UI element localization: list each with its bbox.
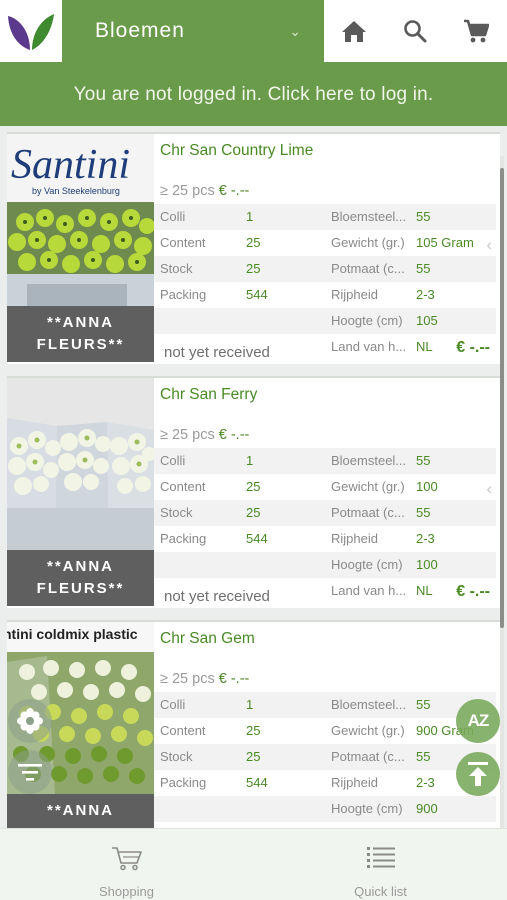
product-price: € -.-- xyxy=(456,583,490,600)
product-title[interactable]: Chr San Ferry xyxy=(160,386,257,404)
filter-icon xyxy=(18,764,42,781)
supplier-label: **ANNA xyxy=(7,794,154,828)
scrollbar[interactable] xyxy=(500,156,504,828)
brand-logo-text: Santini xyxy=(11,142,130,188)
home-button[interactable] xyxy=(324,0,384,62)
product-title[interactable]: Chr San Country Lime xyxy=(160,142,313,160)
product-price: € -.-- xyxy=(456,339,490,356)
image-caption: ntini coldmix plastic xyxy=(7,626,138,642)
tab-shopping-label: Shopping xyxy=(99,884,154,899)
min-quantity-price: ≥ 25 pcs € -.-- xyxy=(160,183,250,199)
filter-button[interactable] xyxy=(8,750,52,794)
category-dropdown[interactable]: Bloemen ⌄ xyxy=(62,0,324,62)
spec-row: Hoogte (cm) 105 xyxy=(154,308,496,334)
product-card[interactable]: **ANNA FLEURS** Chr San Ferry ≥ 25 pcs €… xyxy=(7,376,500,608)
product-image[interactable]: Santini by Van Steekelenburg xyxy=(7,134,154,306)
min-quantity-price: ≥ 25 pcs € -.-- xyxy=(160,671,250,687)
chevron-left-icon[interactable]: ‹ xyxy=(486,479,492,499)
spec-row: Content 25 Gewicht (gr.) 105 Gram xyxy=(160,235,474,250)
sort-az-icon: AZ xyxy=(467,711,490,730)
sort-az-button[interactable]: AZ xyxy=(456,699,500,743)
app-header: Bloemen ⌄ xyxy=(0,0,507,62)
product-image[interactable] xyxy=(7,378,154,550)
category-filter-button[interactable] xyxy=(8,699,52,743)
chevron-left-icon[interactable]: ‹ xyxy=(486,235,492,255)
scrollbar-thumb[interactable] xyxy=(500,168,504,628)
cart-icon xyxy=(464,19,489,43)
spec-row: Colli 1 Bloemsteel... 55 xyxy=(154,692,496,718)
supplier-label: **ANNA FLEURS** xyxy=(7,306,154,362)
product-card[interactable]: Santini by Van Steekelenburg **ANNA FLEU… xyxy=(7,132,500,364)
spec-row: Hoogte (cm) 100 xyxy=(154,552,496,578)
spec-row: Content 25 Gewicht (gr.) 100 xyxy=(160,479,438,494)
category-label: Bloemen xyxy=(95,19,185,42)
tab-quick-list-label: Quick list xyxy=(354,884,407,899)
tab-quick-list[interactable]: Quick list xyxy=(254,829,507,900)
bottom-nav: Shopping Quick list xyxy=(0,828,507,900)
product-title[interactable]: Chr San Gem xyxy=(160,630,255,648)
shopping-cart-icon xyxy=(111,847,142,871)
spec-row: Stock 25 Potmaat (c... 55 xyxy=(154,256,496,282)
spec-row: Colli 1 Bloemsteel... 55 xyxy=(154,448,496,474)
search-icon xyxy=(404,20,427,43)
spec-row: Stock 25 Potmaat (c... 55 xyxy=(154,744,496,770)
spec-row: Packing 544 Rijpheid 2-3 xyxy=(160,531,435,546)
svg-text:by Van Steekelenburg: by Van Steekelenburg xyxy=(32,186,120,196)
product-list[interactable]: Santini by Van Steekelenburg **ANNA FLEU… xyxy=(0,126,507,828)
login-banner[interactable]: You are not logged in. Click here to log… xyxy=(0,62,507,126)
cart-button[interactable] xyxy=(446,0,506,62)
supplier-label: **ANNA FLEURS** xyxy=(7,550,154,606)
search-button[interactable] xyxy=(385,0,445,62)
flower-icon xyxy=(17,708,43,734)
spec-row: Stock 25 Potmaat (c... 55 xyxy=(154,500,496,526)
scroll-top-button[interactable] xyxy=(456,752,500,796)
chevron-down-icon: ⌄ xyxy=(289,23,302,39)
spec-row: Packing 544 Rijpheid 2-3 xyxy=(160,287,435,302)
leaf-logo-icon xyxy=(8,14,54,50)
arrow-up-to-top-icon xyxy=(468,762,488,786)
tab-shopping[interactable]: Shopping xyxy=(0,829,253,900)
spec-row: Content 25 Gewicht (gr.) 900 Gram xyxy=(160,723,474,738)
home-icon xyxy=(342,21,366,42)
stock-status: not yet received xyxy=(164,344,270,361)
spec-row: Hoogte (cm) 900 xyxy=(154,796,496,822)
spec-row: Packing 544 Rijpheid 2-3 xyxy=(160,775,435,790)
app-logo[interactable] xyxy=(0,0,62,62)
stock-status: not yet received xyxy=(164,588,270,605)
min-quantity-price: ≥ 25 pcs € -.-- xyxy=(160,427,250,443)
spec-row: Colli 1 Bloemsteel... 55 xyxy=(154,204,496,230)
product-card[interactable]: ntini coldmix plastic **ANNA Chr San Gem… xyxy=(7,620,500,828)
list-icon xyxy=(366,847,395,868)
